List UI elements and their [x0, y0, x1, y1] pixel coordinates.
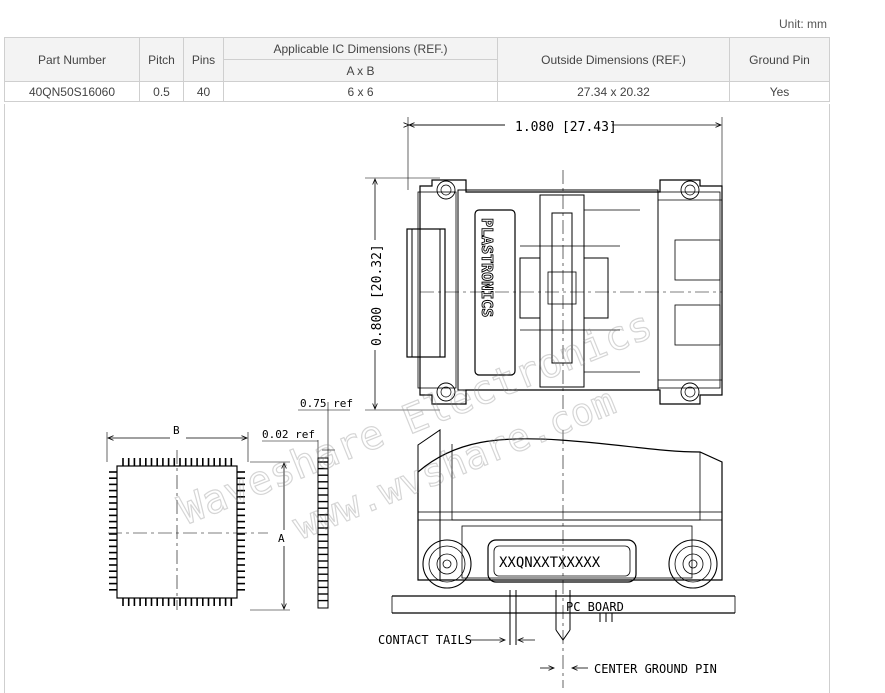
pc-board-label: PC BOARD [566, 600, 624, 614]
contact-tails-label: CONTACT TAILS [378, 633, 472, 647]
logo-text: PLASTRONICS [478, 218, 496, 317]
dimension-b-label: B [173, 424, 180, 437]
dimension-a-label: A [278, 532, 285, 545]
width-dimension-label: 1.080 [27.43] [515, 120, 617, 135]
center-ground-pin-label: CENTER GROUND PIN [594, 662, 717, 676]
watermark: Waveshare Electronics www.wvshare.com [172, 302, 659, 549]
pitch-ref-label: 0.75 ref [300, 397, 353, 410]
part-marking: XXQNXXTXXXXX [499, 555, 601, 571]
technical-drawing: 1.080 [27.43] 0.800 [20.32] PLASTRONICS [106, 117, 736, 688]
height-dimension-label: 0.800 [20.32] [370, 244, 385, 346]
